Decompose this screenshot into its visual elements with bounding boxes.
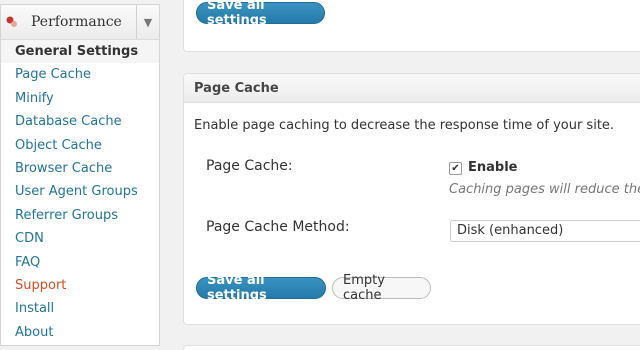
- page-cache-hint: Caching pages will reduce the: [449, 182, 640, 197]
- page-cache-method-label: Page Cache Method:: [206, 219, 350, 235]
- menu-item-object-cache[interactable]: Object Cache: [1, 134, 159, 157]
- menu-list: General Settings Page Cache Minify Datab…: [1, 40, 159, 344]
- menu-item-faq[interactable]: FAQ: [1, 251, 159, 274]
- next-card-edge: [183, 345, 640, 350]
- menu-item-cdn[interactable]: CDN: [1, 227, 159, 250]
- save-all-settings-button-top[interactable]: Save all settings: [196, 0, 325, 28]
- menu-item-about[interactable]: About: [1, 321, 159, 344]
- card-header: Page Cache: [184, 74, 640, 103]
- enable-checkbox-label[interactable]: Enable: [468, 160, 518, 175]
- enable-checkbox[interactable]: ✔: [449, 162, 462, 175]
- menu-item-database-cache[interactable]: Database Cache: [1, 110, 159, 133]
- save-all-settings-button[interactable]: Save all settings: [196, 273, 326, 303]
- empty-cache-button[interactable]: Empty cache: [332, 273, 431, 303]
- menu-item-support[interactable]: Support: [1, 274, 159, 297]
- menu-item-install[interactable]: Install: [1, 297, 159, 320]
- page: Performance ▼ General Settings Page Cach…: [0, 0, 640, 350]
- menu-item-minify[interactable]: Minify: [1, 87, 159, 110]
- menu-title: Performance: [31, 14, 122, 30]
- page-cache-description: Enable page caching to decrease the resp…: [194, 118, 615, 133]
- menu-item-user-agent-groups[interactable]: User Agent Groups: [1, 180, 159, 203]
- menu-item-page-cache[interactable]: Page Cache: [1, 63, 159, 86]
- sidebar-menu: Performance ▼ General Settings Page Cach…: [0, 4, 160, 346]
- menu-item-browser-cache[interactable]: Browser Cache: [1, 157, 159, 180]
- plugin-logo-icon: [1, 5, 23, 39]
- menu-header[interactable]: Performance ▼: [1, 5, 159, 40]
- menu-item-referrer-groups[interactable]: Referrer Groups: [1, 204, 159, 227]
- page-cache-card: Page Cache Enable page caching to decrea…: [183, 73, 640, 325]
- page-cache-method-select[interactable]: Disk (enhanced): [450, 220, 640, 242]
- menu-item-general-settings[interactable]: General Settings: [1, 40, 159, 64]
- checkmark-icon: ✔: [451, 163, 460, 174]
- card-title: Page Cache: [194, 80, 279, 96]
- collapse-toggle-icon[interactable]: ▼: [136, 5, 159, 39]
- page-cache-row-label: Page Cache:: [206, 158, 293, 174]
